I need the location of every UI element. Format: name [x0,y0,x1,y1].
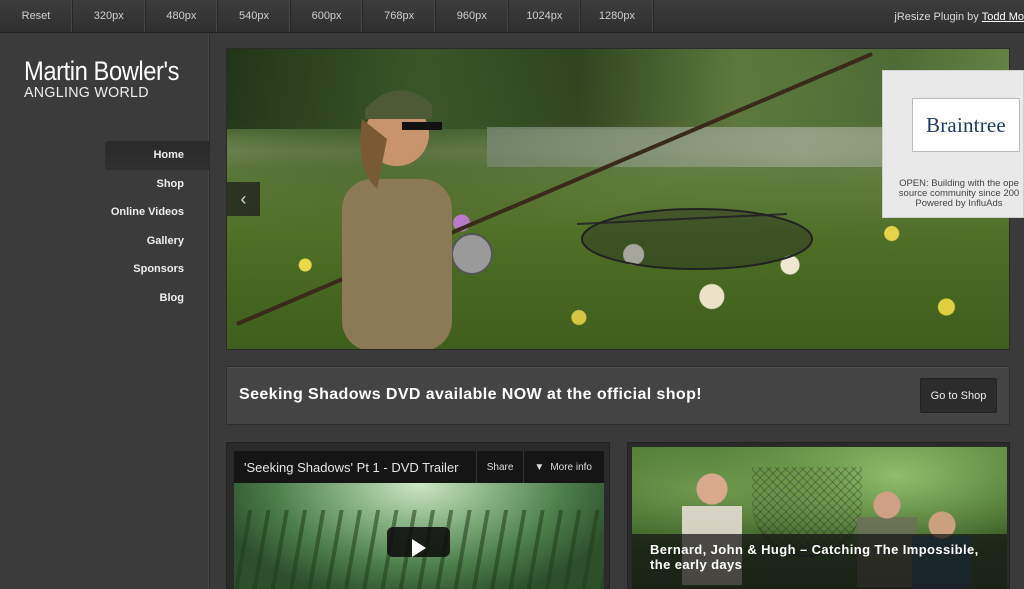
width-1280-button[interactable]: 1280px [581,0,654,32]
play-icon [411,539,426,557]
ad-brand-name: Braintree [926,112,1006,137]
slider-prev-button[interactable]: ‹ [227,182,260,216]
width-768-button[interactable]: 768px [363,0,436,32]
video-title[interactable]: 'Seeking Shadows' Pt 1 - DVD Trailer [234,460,476,475]
more-info-label: More info [550,461,592,473]
video-player[interactable]: 'Seeking Shadows' Pt 1 - DVD Trailer Sha… [226,442,610,589]
nav-item-online-videos[interactable]: Online Videos [105,198,209,227]
site-logo[interactable]: Martin Bowler's ANGLING WORLD [24,56,200,100]
nav-item-sponsors[interactable]: Sponsors [105,255,209,284]
more-info-arrow-icon: ▼ [534,461,545,473]
feature-caption[interactable]: Bernard, John & Hugh – Catching The Impo… [632,534,1007,589]
sidebar: Martin Bowler's ANGLING WORLD Home Shop … [0,34,210,589]
promo-message: Seeking Shadows DVD available NOW at the… [239,386,702,403]
resize-toolbar: Reset 320px 480px 540px 600px 768px 960p… [0,0,1024,33]
credit-author-link[interactable]: Todd Mo [982,11,1024,23]
nav-item-blog[interactable]: Blog [105,284,209,313]
width-960-button[interactable]: 960px [436,0,509,32]
main-nav: Home Shop Online Videos Gallery Sponsors… [105,141,209,312]
width-480-button[interactable]: 480px [146,0,219,32]
width-1024-button[interactable]: 1024px [509,0,582,32]
video-title-bar: 'Seeking Shadows' Pt 1 - DVD Trailer Sha… [234,451,604,483]
feature-article[interactable]: Bernard, John & Hugh – Catching The Impo… [627,442,1010,589]
play-button[interactable] [387,527,450,557]
nav-item-shop[interactable]: Shop [105,170,209,199]
width-320-button[interactable]: 320px [73,0,146,32]
reset-button[interactable]: Reset [0,0,73,32]
credit-text: jResize Plugin by [894,10,979,23]
video-share-button[interactable]: Share [475,451,524,483]
width-600-button[interactable]: 600px [291,0,364,32]
nav-item-home[interactable]: Home [105,141,209,170]
braintree-logo[interactable]: Braintree [912,98,1020,152]
sponsor-ad[interactable]: Braintree OPEN: Building with the ope so… [882,70,1024,218]
promo-banner: Seeking Shadows DVD available NOW at the… [226,366,1010,425]
plugin-credit: jResize Plugin by Todd Mo [894,0,1024,33]
logo-title: Martin Bowler's [24,56,180,86]
video-more-info-button[interactable]: ▼ More info [523,451,604,483]
width-540-button[interactable]: 540px [218,0,291,32]
logo-subtitle: ANGLING WORLD [24,84,149,101]
go-to-shop-button[interactable]: Go to Shop [920,378,997,413]
chevron-left-icon: ‹ [240,188,247,209]
ad-powered-by: Powered by InfluAds [915,198,1003,209]
nav-item-gallery[interactable]: Gallery [105,227,209,256]
ad-description: OPEN: Building with the ope source commu… [893,179,1024,209]
